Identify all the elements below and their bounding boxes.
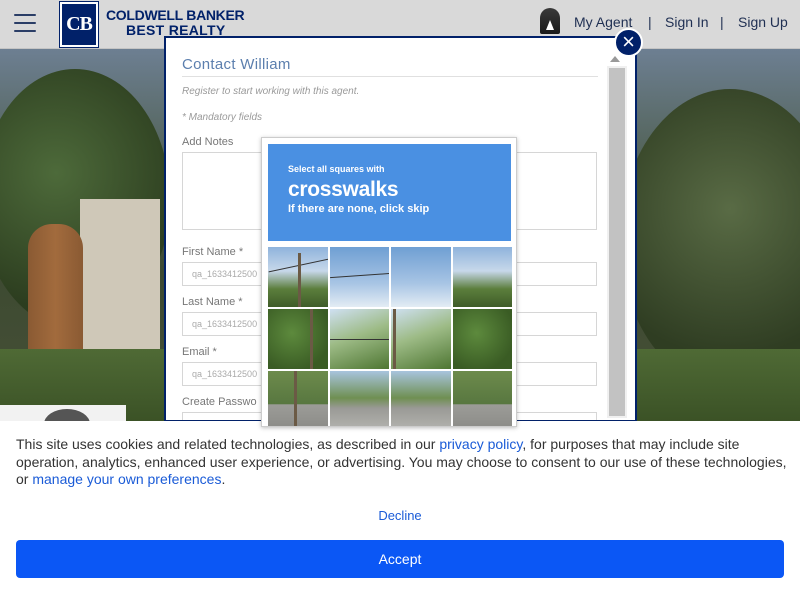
cookie-text-part: This site uses cookies and related techn… — [16, 436, 440, 452]
captcha-tile[interactable] — [391, 247, 451, 307]
captcha-tile[interactable] — [329, 309, 389, 369]
captcha-tile[interactable] — [452, 371, 512, 426]
captcha-tile[interactable] — [268, 247, 328, 307]
captcha-target-word: crosswalks — [288, 178, 399, 201]
brand-line-1: COLDWELL BANKER — [106, 7, 245, 23]
cookie-text-part: . — [221, 471, 226, 487]
brand-name[interactable]: COLDWELL BANKER BEST REALTY — [106, 7, 245, 38]
modal-divider — [182, 76, 598, 77]
close-icon[interactable]: × — [614, 28, 643, 57]
notes-label: Add Notes — [182, 136, 234, 148]
cookie-consent-banner: This site uses cookies and related techn… — [0, 421, 800, 600]
captcha-skip-note: If there are none, click skip — [288, 203, 430, 215]
captcha-instruction: Select all squares with — [288, 164, 385, 174]
agent-photo[interactable] — [540, 8, 560, 34]
captcha-tile[interactable] — [268, 371, 328, 426]
modal-scrollbar-thumb[interactable] — [609, 68, 625, 416]
captcha-tile[interactable] — [268, 309, 328, 369]
captcha-challenge: Select all squares with crosswalks If th… — [261, 137, 517, 427]
decline-button[interactable]: Decline — [0, 508, 800, 523]
captcha-tile[interactable] — [329, 371, 389, 426]
password-label: Create Passwo — [182, 396, 257, 408]
privacy-policy-link[interactable]: privacy policy — [439, 436, 522, 452]
agent-thumbnail — [0, 405, 126, 421]
captcha-tile[interactable] — [329, 247, 389, 307]
photo-tree-right — [620, 89, 800, 389]
tile-wire — [329, 339, 389, 340]
captcha-tile[interactable] — [452, 247, 512, 307]
captcha-tile[interactable] — [452, 309, 512, 369]
captcha-grid — [268, 247, 512, 426]
tile-wire — [329, 272, 389, 279]
nav-separator: | — [720, 14, 724, 30]
first-name-label: First Name * — [182, 246, 244, 258]
last-name-label: Last Name * — [182, 296, 243, 308]
tile-pole — [310, 309, 313, 369]
manage-preferences-link[interactable]: manage your own preferences — [32, 471, 221, 487]
tile-pole — [294, 371, 297, 426]
cookie-message: This site uses cookies and related techn… — [16, 436, 792, 489]
mandatory-note: * Mandatory fields — [182, 112, 263, 123]
brand-logo-mark[interactable]: CB — [59, 1, 99, 48]
sign-up-link[interactable]: Sign Up — [738, 14, 788, 30]
hamburger-menu-icon[interactable] — [14, 14, 36, 34]
captcha-tile[interactable] — [391, 309, 451, 369]
modal-title: Contact William — [182, 56, 291, 73]
captcha-tile[interactable] — [391, 371, 451, 426]
tile-pole — [393, 309, 396, 369]
scroll-up-icon[interactable] — [610, 56, 620, 62]
tile-pole — [298, 253, 301, 307]
accept-button[interactable]: Accept — [16, 540, 784, 578]
captcha-header: Select all squares with crosswalks If th… — [268, 144, 511, 241]
sign-in-link[interactable]: Sign In — [665, 14, 709, 30]
nav-separator: | — [648, 14, 652, 30]
modal-subtitle: Register to start working with this agen… — [182, 86, 360, 97]
email-label: Email * — [182, 346, 217, 358]
